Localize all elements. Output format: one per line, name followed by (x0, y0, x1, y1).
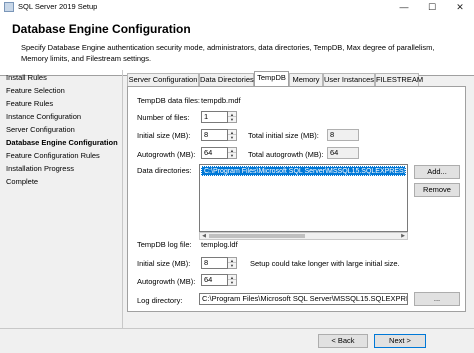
scroll-left-icon[interactable]: ◀ (200, 233, 208, 239)
total-autogrowth-value: 64 (327, 147, 359, 159)
tab-data-directories[interactable]: Data Directories (199, 73, 254, 86)
autogrowth-label: Autogrowth (MB): (137, 150, 196, 159)
initial-size-input[interactable]: 8 (201, 129, 228, 141)
number-of-files-input[interactable]: 1 (201, 111, 228, 123)
nav-item-instance-configuration[interactable]: Instance Configuration (6, 112, 81, 121)
data-directories-label: Data directories: (137, 166, 192, 175)
data-directories-list[interactable]: C:\Program Files\Microsoft SQL Server\MS… (199, 164, 408, 232)
autogrowth-input[interactable]: 64 (201, 147, 228, 159)
page-title: Database Engine Configuration (12, 22, 191, 36)
tab-filestream[interactable]: FILESTREAM (375, 73, 423, 86)
log-initial-size-label: Initial size (MB): (137, 259, 191, 268)
log-autogrowth-spinner[interactable]: ▲ ▼ (228, 274, 237, 286)
spin-down-icon[interactable]: ▼ (228, 263, 236, 268)
data-directory-item[interactable]: C:\Program Files\Microsoft SQL Server\MS… (201, 166, 406, 176)
log-autogrowth-input[interactable]: 64 (201, 274, 228, 286)
log-initial-size-spinner[interactable]: ▲ ▼ (228, 257, 237, 269)
total-initial-size-label: Total initial size (MB): (248, 131, 319, 140)
spin-down-icon[interactable]: ▼ (228, 153, 236, 158)
nav-item-feature-configuration-rules[interactable]: Feature Configuration Rules (6, 151, 100, 160)
next-button[interactable]: Next > (374, 334, 426, 348)
initial-size-spinner[interactable]: ▲ ▼ (228, 129, 237, 141)
total-initial-size-value: 8 (327, 129, 359, 141)
total-autogrowth-label: Total autogrowth (MB): (248, 150, 324, 159)
close-icon[interactable]: ✕ (446, 0, 474, 14)
nav-item-complete[interactable]: Complete (6, 177, 38, 186)
scroll-right-icon[interactable]: ▶ (399, 233, 407, 239)
tab-user-instances[interactable]: User Instances (323, 73, 375, 86)
number-of-files-spinner[interactable]: ▲ ▼ (228, 111, 237, 123)
tempdb-data-files-label: TempDB data files: (137, 96, 200, 105)
tempdb-data-files-value: tempdb.mdf (201, 96, 241, 105)
minimize-icon[interactable]: — (390, 0, 418, 14)
initial-size-label: Initial size (MB): (137, 131, 191, 140)
nav-divider (122, 70, 123, 328)
nav-item-server-configuration[interactable]: Server Configuration (6, 125, 75, 134)
autogrowth-spinner[interactable]: ▲ ▼ (228, 147, 237, 159)
remove-directory-button[interactable]: Remove (414, 183, 460, 197)
log-autogrowth-label: Autogrowth (MB): (137, 277, 196, 286)
nav-item-installation-progress[interactable]: Installation Progress (6, 164, 74, 173)
spin-down-icon[interactable]: ▼ (228, 117, 236, 122)
spin-down-icon[interactable]: ▼ (228, 135, 236, 140)
title-bar: SQL Server 2019 Setup — ☐ ✕ (0, 0, 474, 14)
page-description: Specify Database Engine authentication s… (21, 43, 435, 63)
tab-memory[interactable]: Memory (289, 73, 323, 86)
nav-item-feature-rules[interactable]: Feature Rules (6, 99, 53, 108)
back-button[interactable]: < Back (318, 334, 368, 348)
maximize-icon[interactable]: ☐ (418, 0, 446, 14)
page-header: Database Engine Configuration Specify Da… (0, 14, 474, 76)
log-directory-input[interactable]: C:\Program Files\Microsoft SQL Server\MS… (199, 293, 408, 305)
setup-app-icon (4, 2, 14, 12)
data-directories-scrollbar[interactable]: ◀ ▶ (199, 232, 408, 240)
browse-log-directory-button[interactable]: ... (414, 292, 460, 306)
log-initial-size-input[interactable]: 8 (201, 257, 228, 269)
nav-item-install-rules[interactable]: Install Rules (6, 73, 47, 82)
window-title: SQL Server 2019 Setup (18, 2, 98, 11)
spin-down-icon[interactable]: ▼ (228, 280, 236, 285)
log-size-warning: Setup could take longer with large initi… (250, 259, 400, 268)
tab-tempdb[interactable]: TempDB (254, 71, 289, 86)
number-of-files-label: Number of files: (137, 113, 190, 122)
tempdb-log-file-value: templog.ldf (201, 240, 238, 249)
setup-steps-nav: Install Rules Feature Selection Feature … (0, 70, 120, 330)
tab-server-configuration[interactable]: Server Configuration (127, 73, 199, 86)
tempdb-log-file-label: TempDB log file: (137, 240, 192, 249)
log-directory-label: Log directory: (137, 296, 183, 305)
add-directory-button[interactable]: Add... (414, 165, 460, 179)
scrollbar-thumb[interactable] (209, 234, 305, 238)
nav-item-feature-selection[interactable]: Feature Selection (6, 86, 65, 95)
footer-divider (0, 328, 474, 329)
nav-item-database-engine-configuration[interactable]: Database Engine Configuration (6, 138, 118, 147)
